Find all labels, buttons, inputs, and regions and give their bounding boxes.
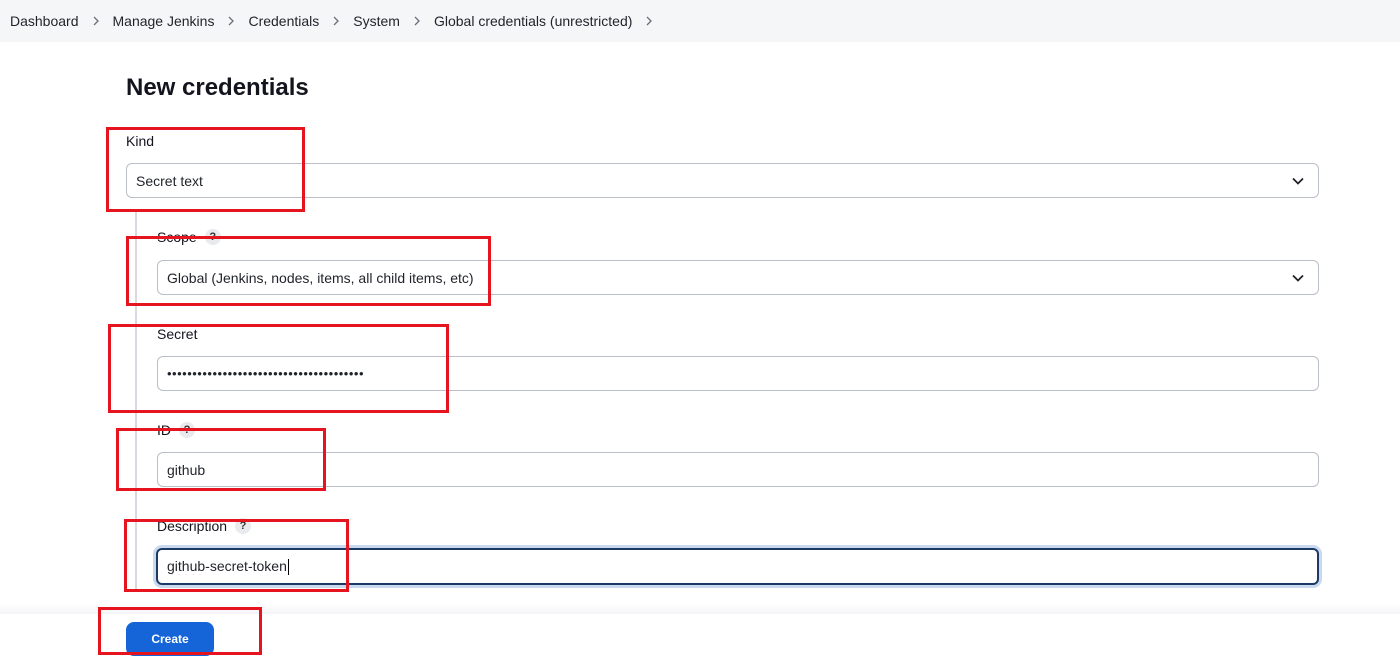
- id-label-text: ID: [157, 422, 171, 438]
- chevron-right-icon: [319, 16, 353, 26]
- kind-label-text: Kind: [126, 133, 155, 149]
- id-input-value: github: [167, 461, 206, 478]
- kind-select-value: Secret text: [136, 172, 203, 189]
- scope-select[interactable]: Global (Jenkins, nodes, items, all child…: [157, 260, 1319, 295]
- footer-divider: [0, 604, 1400, 614]
- kind-label: Kind: [126, 133, 154, 149]
- chevron-down-icon[interactable]: [1278, 174, 1318, 188]
- breadcrumb-global-credentials[interactable]: Global credentials (unrestricted): [434, 13, 632, 29]
- secret-input[interactable]: •••••••••••••••••••••••••••••••••••••••: [157, 356, 1319, 391]
- description-label: Description ?: [157, 518, 252, 534]
- description-input-value: github-secret-token: [167, 557, 1317, 576]
- breadcrumb: Dashboard Manage Jenkins Credentials Sys…: [0, 0, 1400, 42]
- chevron-right-icon: [214, 16, 248, 26]
- id-label: ID ?: [157, 422, 195, 438]
- description-value-spellcheck: github: [167, 557, 206, 574]
- help-icon[interactable]: ?: [179, 422, 195, 438]
- help-icon[interactable]: ?: [235, 518, 252, 534]
- kind-select[interactable]: Secret text: [126, 163, 1319, 198]
- secret-input-value: •••••••••••••••••••••••••••••••••••••••: [167, 366, 364, 381]
- help-icon[interactable]: ?: [204, 229, 221, 245]
- secret-label-text: Secret: [157, 326, 198, 342]
- breadcrumb-system[interactable]: System: [353, 13, 400, 29]
- description-value-rest: -secret-token: [205, 557, 287, 574]
- nested-section-rule: [135, 212, 137, 592]
- breadcrumb-manage-jenkins[interactable]: Manage Jenkins: [113, 13, 215, 29]
- scope-select-value: Global (Jenkins, nodes, items, all child…: [167, 269, 474, 286]
- description-input[interactable]: github-secret-token: [156, 548, 1319, 585]
- chevron-down-icon[interactable]: [1278, 271, 1318, 285]
- text-caret: [287, 559, 289, 576]
- page-title: New credentials: [126, 74, 309, 101]
- chevron-right-icon: [400, 16, 434, 26]
- scope-label-text: Scope: [157, 229, 197, 245]
- scope-label: Scope ?: [157, 229, 221, 245]
- chevron-right-icon: [79, 16, 113, 26]
- chevron-right-icon[interactable]: [632, 16, 666, 26]
- id-input[interactable]: github: [157, 452, 1319, 487]
- breadcrumb-credentials[interactable]: Credentials: [248, 13, 319, 29]
- secret-label: Secret: [157, 326, 197, 342]
- description-label-text: Description: [157, 518, 228, 534]
- create-button[interactable]: Create: [126, 622, 214, 656]
- breadcrumb-dashboard[interactable]: Dashboard: [10, 13, 79, 29]
